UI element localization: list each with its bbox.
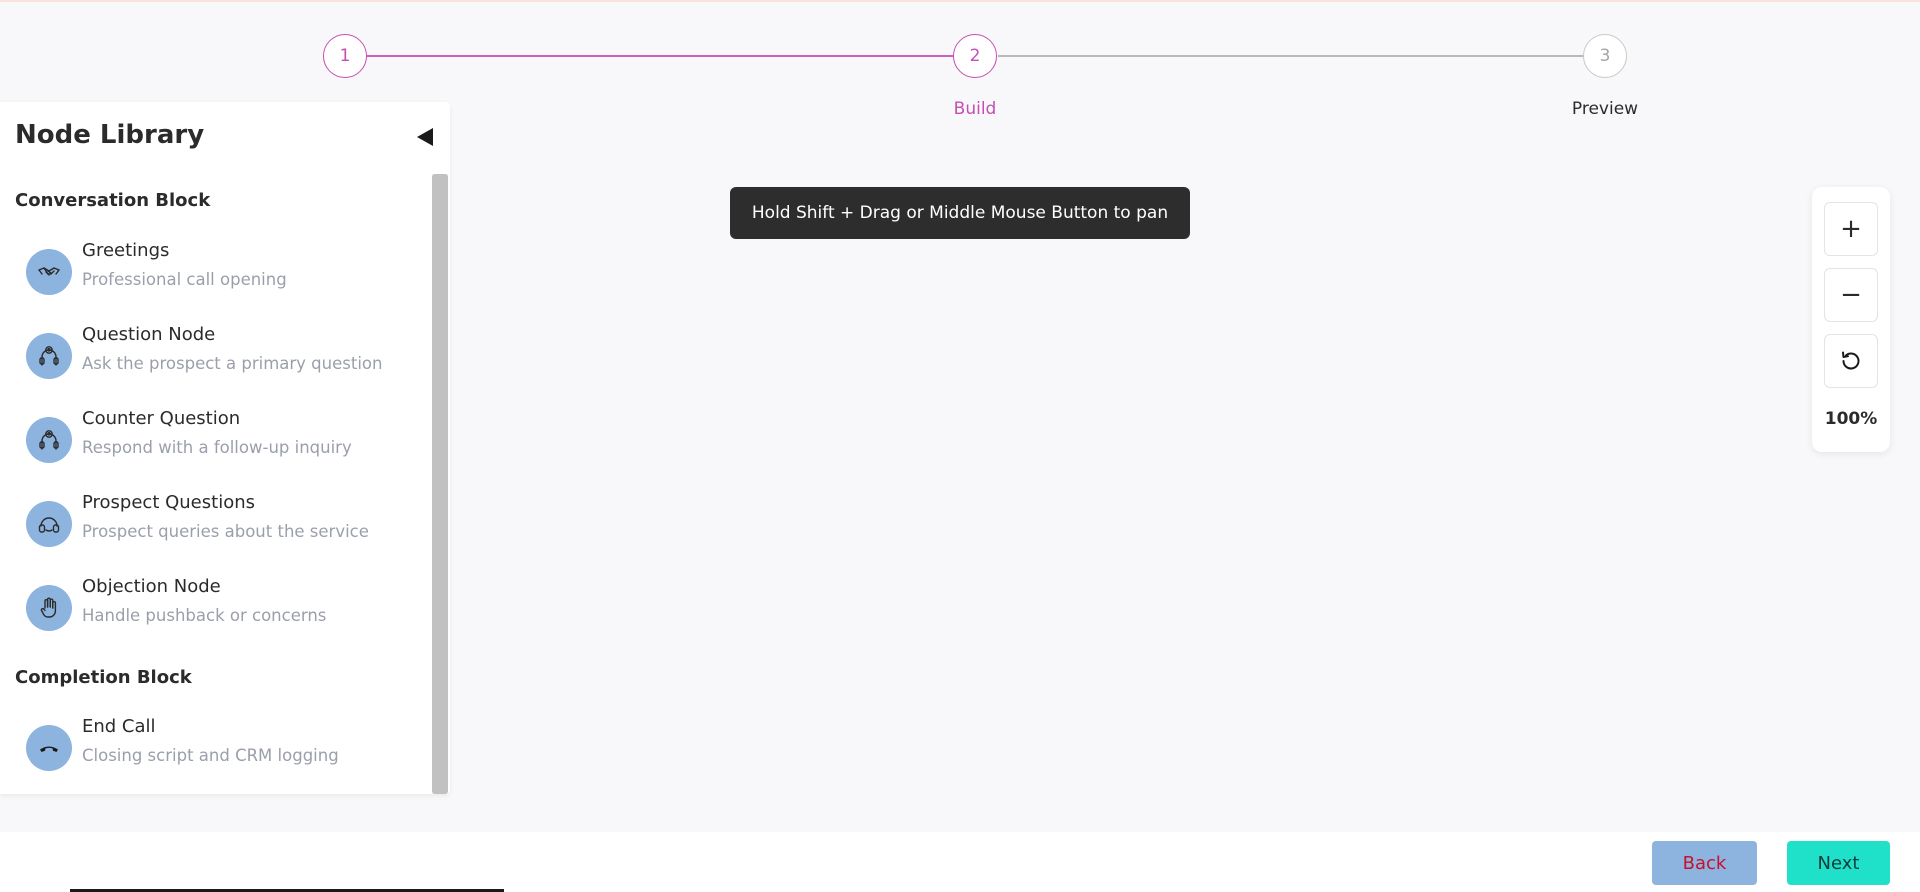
zoom-out-button[interactable]: −: [1824, 268, 1878, 322]
step-3-label: Preview: [1571, 99, 1639, 119]
sidebar-scroll-thumb[interactable]: [432, 174, 448, 794]
handshake-icon: [38, 267, 60, 276]
node-icon-wrap: [26, 585, 72, 631]
node-description: Closing script and CRM logging: [82, 746, 339, 765]
step-2-circle[interactable]: 2: [953, 34, 997, 78]
headset-icon: [38, 517, 60, 533]
question-head-icon: [39, 346, 59, 366]
node-description: Handle pushback or concerns: [82, 606, 327, 625]
pan-hint-tooltip: Hold Shift + Drag or Middle Mouse Button…: [730, 187, 1190, 239]
reset-icon: [1842, 351, 1860, 370]
node-library-title: Node Library: [15, 120, 205, 150]
pan-hint-text: Hold Shift + Drag or Middle Mouse Button…: [751, 203, 1169, 223]
step-1-circle[interactable]: 1: [323, 34, 367, 78]
node-title: Counter Question: [82, 408, 241, 429]
collapse-sidebar-button[interactable]: [414, 124, 436, 150]
hand-stop-icon: [40, 597, 57, 618]
back-button[interactable]: Back: [1652, 841, 1757, 885]
step-2-label: Build: [953, 99, 997, 119]
reset-zoom-button[interactable]: [1824, 334, 1878, 388]
question-head-icon: [39, 430, 59, 450]
footer-bar: [0, 832, 1920, 892]
node-title: Greetings: [82, 240, 170, 261]
node-title: Prospect Questions: [82, 492, 255, 513]
plus-icon: +: [1840, 214, 1862, 244]
step-connector-completed: [366, 55, 954, 57]
phone-hangup-icon: [40, 746, 58, 752]
node-description: Ask the prospect a primary question: [82, 354, 383, 373]
next-button-label: Next: [1817, 852, 1860, 874]
minus-icon: −: [1840, 280, 1862, 310]
node-icon-wrap: [26, 333, 72, 379]
next-button[interactable]: Next: [1787, 841, 1890, 885]
step-1-number: 1: [339, 46, 351, 66]
node-item-prospect-questions[interactable]: Prospect Questions Prospect queries abou…: [14, 490, 424, 562]
node-description: Respond with a follow-up inquiry: [82, 438, 352, 457]
node-title: Question Node: [82, 324, 216, 345]
zoom-level: 100%: [1824, 409, 1878, 429]
node-icon-wrap: [26, 417, 72, 463]
completion-block-heading: Completion Block: [15, 667, 192, 688]
step-2-number: 2: [969, 46, 981, 66]
back-button-label: Back: [1682, 852, 1727, 874]
node-item-question-node[interactable]: Question Node Ask the prospect a primary…: [14, 322, 424, 394]
node-description: Professional call opening: [82, 270, 287, 289]
zoom-controls: + − 100%: [1812, 187, 1890, 452]
node-title: Objection Node: [82, 576, 221, 597]
node-description: Prospect queries about the service: [82, 522, 369, 541]
node-title: End Call: [82, 716, 156, 737]
node-icon-wrap: [26, 249, 72, 295]
triangle-left-icon: [417, 128, 433, 146]
step-3-circle[interactable]: 3: [1583, 34, 1627, 78]
node-library-panel: Node Library Conversation Block Greeting…: [0, 102, 450, 794]
conversation-block-heading: Conversation Block: [15, 190, 211, 211]
node-item-counter-question[interactable]: Counter Question Respond with a follow-u…: [14, 406, 424, 478]
step-connector-pending: [998, 55, 1584, 57]
node-icon-wrap: [26, 725, 72, 771]
node-item-objection-node[interactable]: Objection Node Handle pushback or concer…: [14, 574, 424, 646]
zoom-in-button[interactable]: +: [1824, 202, 1878, 256]
node-item-greetings[interactable]: Greetings Professional call opening: [14, 238, 424, 310]
step-3-number: 3: [1599, 46, 1611, 66]
node-item-end-call[interactable]: End Call Closing script and CRM logging: [14, 714, 424, 786]
node-icon-wrap: [26, 501, 72, 547]
